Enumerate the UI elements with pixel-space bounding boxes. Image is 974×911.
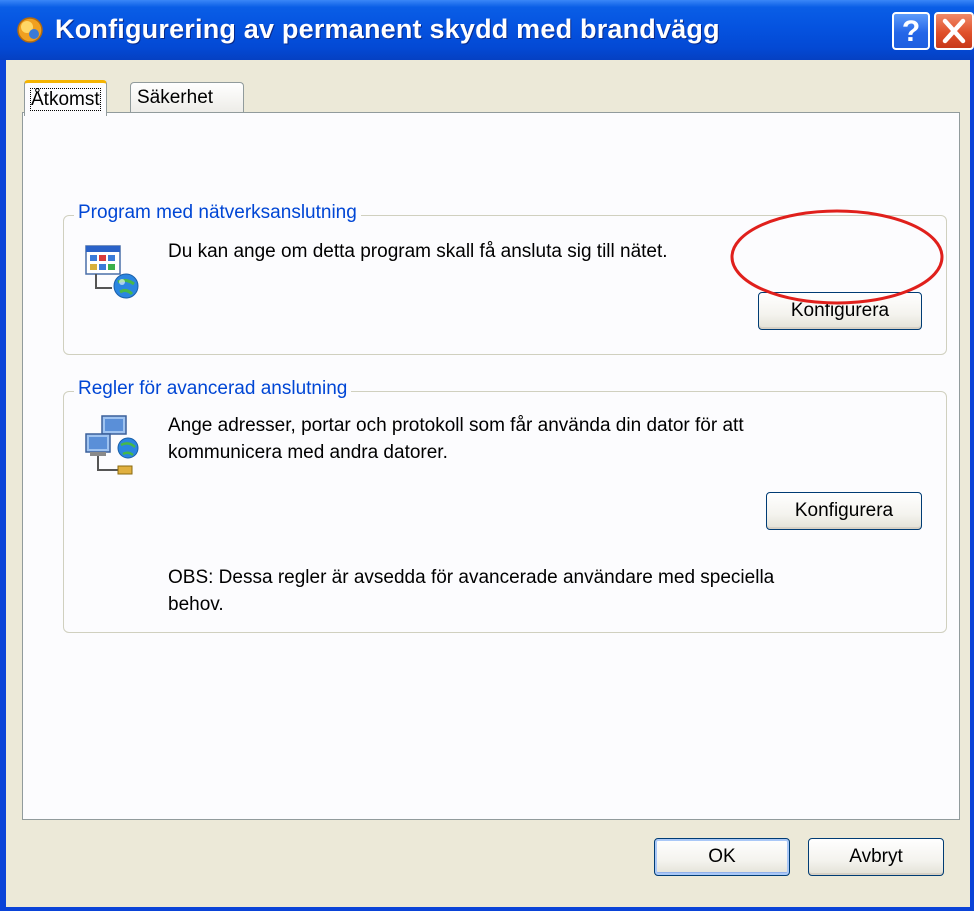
group-program-title: Program med nätverksanslutning [74, 202, 361, 224]
program-description: Du kan ange om detta program skall få an… [168, 241, 668, 262]
tab-sakerhet[interactable]: Säkerhet [130, 82, 244, 114]
dialog-client-area: Åtkomst Säkerhet Program med nätverksans… [6, 60, 970, 907]
tab-sakerhet-label: Säkerhet [137, 87, 214, 108]
close-icon [942, 18, 966, 44]
networked-computers-icon [85, 415, 139, 475]
ok-button[interactable]: OK [654, 838, 790, 876]
application-network-icon [85, 245, 139, 299]
dialog-window: Konfigurering av permanent skydd med bra… [0, 0, 974, 911]
app-shield-icon [17, 17, 43, 43]
group-program-network: Program med nätverksanslutning Du kan an… [63, 202, 947, 355]
help-button[interactable]: ? [892, 12, 930, 50]
rules-configure-button[interactable]: Konfigurera [766, 492, 922, 530]
tab-atkomst[interactable]: Åtkomst [24, 80, 107, 116]
rules-note: OBS: Dessa regler är avsedda för avancer… [168, 564, 774, 618]
rules-note-line1: OBS: Dessa regler är avsedda för avancer… [168, 567, 775, 588]
rules-note-line2: behov. [168, 594, 224, 615]
rules-description-line2: kommunicera med andra datorer. [168, 442, 448, 463]
rules-description: Ange adresser, portar och protokoll som … [168, 412, 744, 466]
program-configure-button[interactable]: Konfigurera [758, 292, 922, 330]
group-rules-title: Regler för avancerad anslutning [74, 378, 352, 400]
tab-panel: Program med nätverksanslutning Du kan an… [22, 112, 960, 820]
window-title: Konfigurering av permanent skydd med bra… [55, 14, 720, 44]
tab-atkomst-label: Åtkomst [30, 88, 101, 111]
cancel-button[interactable]: Avbryt [808, 838, 944, 876]
title-bar[interactable]: Konfigurering av permanent skydd med bra… [0, 0, 974, 60]
rules-description-line1: Ange adresser, portar och protokoll som … [168, 415, 744, 436]
close-button[interactable] [934, 12, 974, 50]
group-advanced-rules: Regler för avancerad anslutning Ange adr… [63, 378, 947, 633]
